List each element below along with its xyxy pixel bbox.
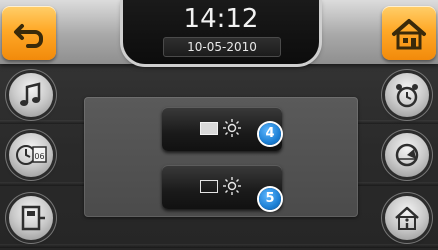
music-button[interactable] [9,73,53,117]
clock-date: 10-05-2010 [163,37,281,57]
callout-badge: 5 [259,188,281,210]
alarm-button[interactable] [385,73,429,117]
display-filled-icon [200,122,218,135]
clock-time: 14:12 [183,4,259,34]
clock-calendar-button[interactable]: 06 [9,133,53,177]
top-bar: 14:12 10-05-2010 [0,0,438,64]
door-exit-icon [21,205,45,231]
exit-button[interactable] [9,196,53,240]
back-button[interactable] [2,6,56,60]
gauge-icon [395,143,419,167]
house-info-button[interactable] [385,196,429,240]
alarm-clock-icon [396,84,418,108]
clock-display: 14:12 10-05-2010 [123,0,319,64]
screen: 14:12 10-05-2010 06 4 5 [0,0,438,250]
home-icon [392,19,426,50]
music-icon [20,82,41,106]
back-arrow-icon [14,24,43,48]
house-info-icon [395,206,419,230]
gauge-button[interactable] [385,133,429,177]
display-outline-icon [200,180,218,193]
home-button[interactable] [382,6,436,60]
brightness-sun-icon [223,119,241,137]
callout-badge: 4 [259,123,281,145]
calendar-day: 06 [34,152,44,161]
brightness-sun-icon [223,177,241,195]
clock-calendar-icon: 06 [16,145,47,165]
